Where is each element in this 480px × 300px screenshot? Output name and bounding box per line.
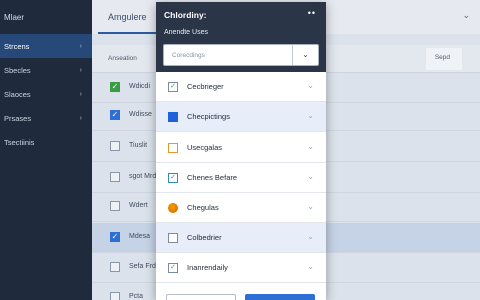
chevron-down-icon[interactable]: ⌄ xyxy=(307,111,314,120)
option-label: Usecgalas xyxy=(187,143,223,152)
chevron-down-icon[interactable]: ⌄ xyxy=(307,262,314,271)
option-label: Chenes Befare xyxy=(187,173,238,182)
option-item[interactable]: Checpictings ⌄ xyxy=(156,102,326,132)
option-label: Cecbrieger xyxy=(187,82,224,91)
option-checkbox[interactable]: ✓ xyxy=(168,173,178,183)
chevron-down-icon[interactable]: ⌄ xyxy=(292,45,318,65)
chevron-right-icon: › xyxy=(79,42,82,50)
option-item[interactable]: Usecgalas ⌄ xyxy=(156,133,326,163)
cancel-button[interactable] xyxy=(166,294,236,300)
chevron-right-icon: › xyxy=(79,66,82,74)
more-options-icon[interactable]: •• xyxy=(308,8,316,18)
sidebar: Mlaer Strcens › Sbecles › Slaoces › Prsa… xyxy=(0,0,92,300)
sidebar-item-label: Sbecles xyxy=(4,65,31,75)
sidebar-item-label: Strcens xyxy=(4,41,30,51)
option-checkbox[interactable]: ✓ xyxy=(168,82,178,92)
row-label: sgot Mrd xyxy=(129,173,157,180)
row-checkbox[interactable] xyxy=(110,262,120,272)
column-header: Anseation xyxy=(108,55,137,62)
row-checkbox[interactable] xyxy=(110,172,120,182)
row-checkbox[interactable]: ✓ xyxy=(110,82,120,92)
dialog-title: Chlordiny: xyxy=(164,10,207,20)
option-checkbox[interactable] xyxy=(168,112,178,122)
active-tab-indicator xyxy=(98,32,158,34)
option-item[interactable]: ✓ Cecbrieger ⌄ xyxy=(156,72,326,102)
dialog-subtitle: Anendte Uses xyxy=(164,29,208,36)
filter-dialog: Chlordiny: •• Anendte Uses Corecdings ⌄ … xyxy=(156,2,326,300)
option-item[interactable]: Chegulas ⌄ xyxy=(156,193,326,223)
status-dot-icon[interactable] xyxy=(168,203,178,213)
chevron-down-icon[interactable]: ⌄ xyxy=(307,142,314,151)
row-checkbox[interactable] xyxy=(110,201,120,211)
row-label: Pcta xyxy=(129,293,144,300)
send-button-label[interactable]: Sepd xyxy=(435,54,450,61)
sidebar-item-sbecles[interactable]: Sbecles › xyxy=(0,58,92,82)
option-checkbox[interactable] xyxy=(168,143,178,153)
option-item[interactable]: Colbedrier ⌄ xyxy=(156,223,326,253)
page-title[interactable]: Amgulere xyxy=(108,12,147,22)
row-checkbox[interactable] xyxy=(110,141,120,151)
chevron-right-icon: › xyxy=(79,90,82,98)
apply-button[interactable] xyxy=(245,294,315,300)
sidebar-app-title: Mlaer xyxy=(4,13,25,22)
row-checkbox[interactable] xyxy=(110,292,120,300)
row-label: Mdesa xyxy=(129,233,151,240)
chevron-right-icon: › xyxy=(79,114,82,122)
chevron-down-icon[interactable]: ⌄ xyxy=(307,232,314,241)
sidebar-item-label: Prsases xyxy=(4,113,32,123)
chevron-down-icon[interactable]: ⌄ xyxy=(307,172,314,181)
row-label: Wdicdi xyxy=(129,83,151,90)
sidebar-item-slaoces[interactable]: Slaoces › xyxy=(0,82,92,106)
sidebar-item-label: Tsectiinis xyxy=(4,137,35,147)
option-label: Inanrendaily xyxy=(187,263,228,272)
row-label: Sefa Frd xyxy=(129,263,156,270)
option-checkbox[interactable]: ✓ xyxy=(168,263,178,273)
option-label: Checpictings xyxy=(187,112,230,121)
sidebar-item-tsectiinis[interactable]: Tsectiinis xyxy=(0,130,92,154)
row-label: Wdisse xyxy=(129,111,152,118)
option-checkbox[interactable] xyxy=(168,233,178,243)
search-select[interactable]: Corecdings ⌄ xyxy=(163,44,319,66)
sidebar-item-prsases[interactable]: Prsases › xyxy=(0,106,92,130)
row-label: Wdert xyxy=(129,202,148,209)
row-checkbox[interactable]: ✓ xyxy=(110,110,120,120)
option-item[interactable]: ✓ Inanrendaily ⌄ xyxy=(156,253,326,283)
sidebar-item-label: Slaoces xyxy=(4,89,31,99)
row-label: Tiuslit xyxy=(129,142,148,149)
search-placeholder: Corecdings xyxy=(172,52,205,59)
chevron-down-icon[interactable]: ⌄ xyxy=(462,10,470,21)
sidebar-item-strcens[interactable]: Strcens › xyxy=(0,34,92,58)
option-item[interactable]: ✓ Chenes Befare ⌄ xyxy=(156,163,326,193)
dialog-header: Chlordiny: •• Anendte Uses Corecdings ⌄ xyxy=(156,2,326,72)
option-label: Colbedrier xyxy=(187,233,222,242)
row-checkbox[interactable]: ✓ xyxy=(110,232,120,242)
chevron-down-icon[interactable]: ⌄ xyxy=(307,202,314,211)
chevron-down-icon[interactable]: ⌄ xyxy=(307,81,314,90)
option-label: Chegulas xyxy=(187,203,219,212)
